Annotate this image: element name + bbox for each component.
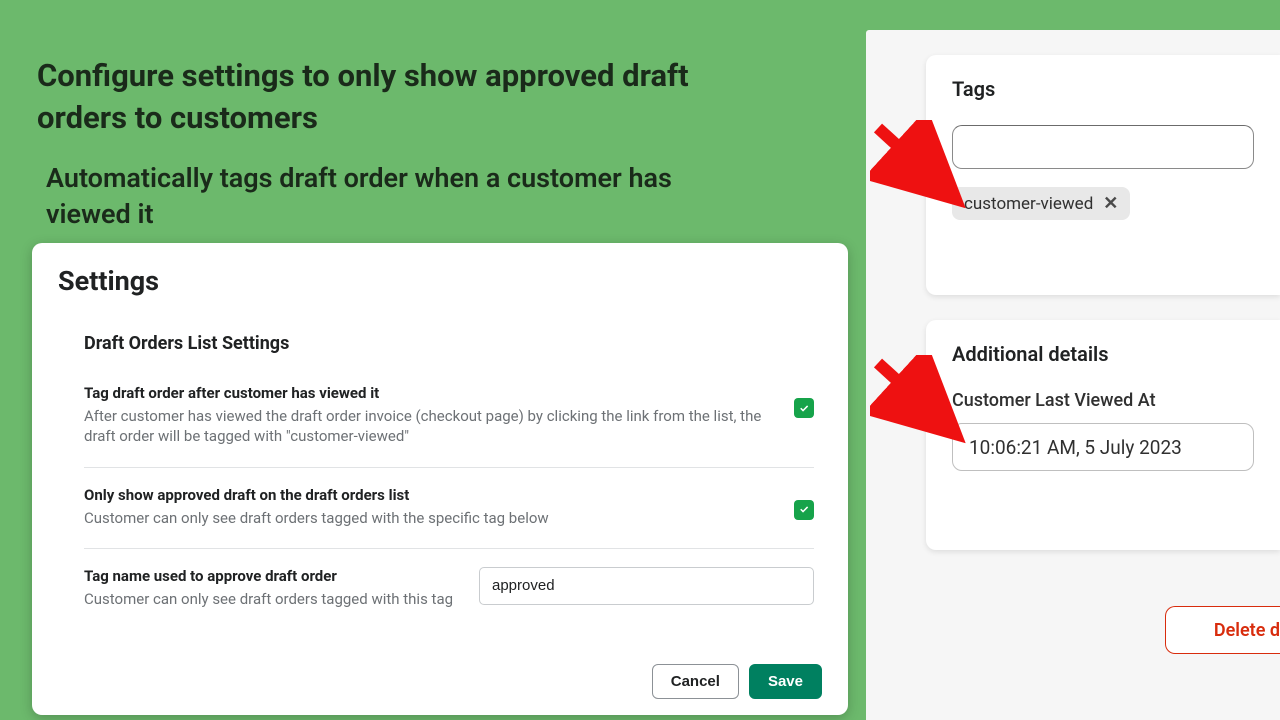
delete-button[interactable]: Delete d [1165,606,1280,654]
checkbox-only-approved[interactable] [794,500,814,520]
settings-title: Settings [58,265,822,297]
tag-name-input[interactable] [479,567,814,605]
save-button[interactable]: Save [749,664,822,699]
check-icon [798,402,811,415]
settings-section-title: Draft Orders List Settings [84,333,822,354]
setting-description: After customer has viewed the draft orde… [84,406,770,447]
marketing-subtitle: Automatically tags draft order when a cu… [46,160,686,233]
check-icon [798,503,811,516]
setting-label: Tag draft order after customer has viewe… [84,384,770,402]
cancel-button[interactable]: Cancel [652,664,739,699]
setting-description: Customer can only see draft orders tagge… [84,589,461,609]
additional-details-card: Additional details Customer Last Viewed … [926,320,1280,550]
close-icon[interactable]: ✕ [1103,193,1118,214]
details-heading: Additional details [952,342,1254,366]
tags-input[interactable] [952,125,1254,169]
setting-row-tag-name: Tag name used to approve draft order Cus… [84,567,814,609]
settings-card: Settings Draft Orders List Settings Tag … [32,243,848,715]
tag-chip-customer-viewed[interactable]: customer-viewed ✕ [952,187,1130,220]
tag-chip-label: customer-viewed [964,194,1093,214]
setting-row-only-approved: Only show approved draft on the draft or… [84,486,814,549]
tags-card: Tags customer-viewed ✕ [926,55,1280,295]
details-field-label: Customer Last Viewed At [952,390,1254,411]
setting-label: Only show approved draft on the draft or… [84,486,770,504]
checkbox-tag-after-view[interactable] [794,398,814,418]
setting-label: Tag name used to approve draft order [84,567,461,585]
setting-description: Customer can only see draft orders tagge… [84,508,770,528]
setting-row-tag-after-view: Tag draft order after customer has viewe… [84,384,814,468]
details-field-value: 10:06:21 AM, 5 July 2023 [952,423,1254,471]
tags-heading: Tags [952,77,1254,101]
marketing-title: Configure settings to only show approved… [37,55,717,139]
